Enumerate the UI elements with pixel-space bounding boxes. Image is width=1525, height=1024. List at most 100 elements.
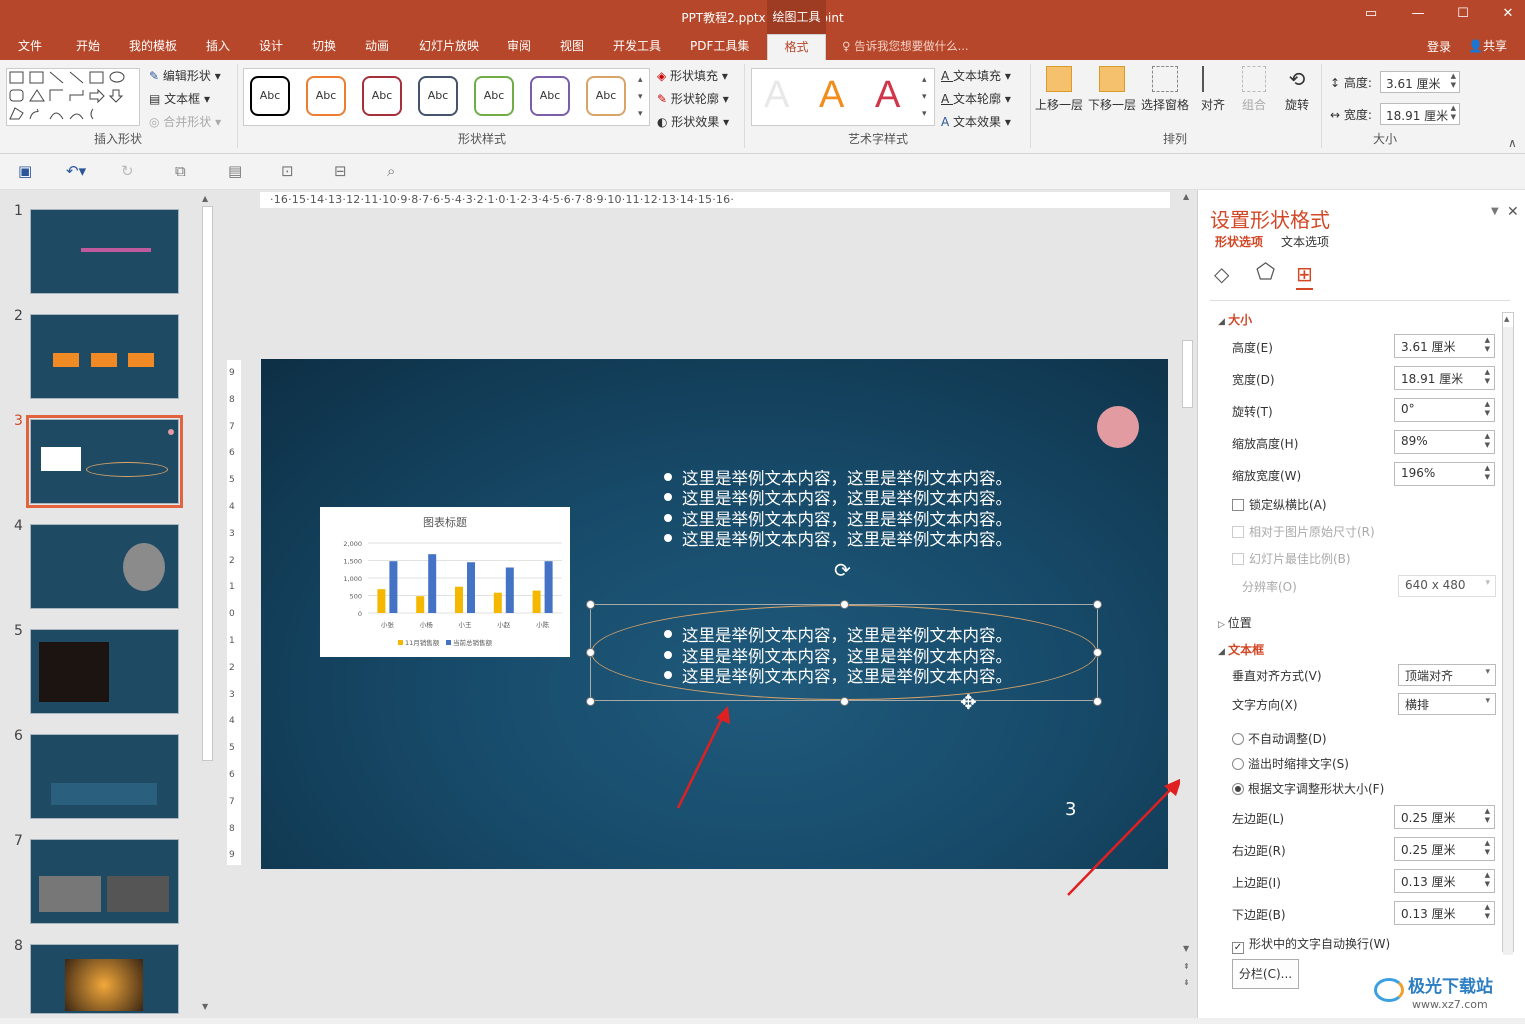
slide-thumbnail-8[interactable] bbox=[30, 944, 179, 1014]
tab-text-options[interactable]: 文本选项 bbox=[1281, 233, 1329, 250]
scale-width-input[interactable]: 196% ▲ ▼ bbox=[1394, 462, 1495, 486]
effects-pentagon-icon[interactable]: ⬠ bbox=[1256, 260, 1275, 285]
resize-handle[interactable] bbox=[840, 697, 849, 706]
slide-thumbnail-2[interactable] bbox=[30, 314, 179, 399]
lock-aspect-checkbox[interactable]: 锁定纵横比(A) bbox=[1232, 496, 1327, 513]
scroll-thumb[interactable] bbox=[1182, 340, 1193, 408]
wordart-style-orange-icon[interactable]: A bbox=[819, 74, 844, 117]
spinner-icon[interactable]: ▲ ▼ bbox=[1485, 400, 1490, 418]
shapes-gallery[interactable] bbox=[6, 68, 140, 126]
spinner-icon[interactable]: ▲ ▼ bbox=[1451, 104, 1456, 122]
wrap-text-checkbox[interactable]: ✓ 形状中的文字自动换行(W) bbox=[1232, 935, 1390, 954]
tab-developer[interactable]: 开发工具 bbox=[613, 34, 661, 60]
login-link[interactable]: 登录 bbox=[1427, 38, 1451, 55]
spinner-icon[interactable]: ▲ ▼ bbox=[1485, 903, 1490, 921]
tab-format[interactable]: 格式 bbox=[767, 34, 826, 60]
shape-effects-button[interactable]: ◐ 形状效果 ▾ bbox=[657, 113, 729, 130]
scroll-thumb[interactable] bbox=[202, 206, 213, 761]
shape-style-2[interactable]: Abc bbox=[306, 76, 346, 116]
shape-fill-button[interactable]: ◈ 形状填充 ▾ bbox=[657, 67, 728, 84]
section-textbox[interactable]: ◢ 文本框 bbox=[1218, 641, 1264, 658]
spinner-icon[interactable]: ▲ ▼ bbox=[1485, 839, 1490, 857]
tell-me-search[interactable]: ♀ 告诉我您想要做什么... bbox=[842, 38, 969, 54]
share-button[interactable]: 👤共享 bbox=[1468, 37, 1507, 54]
left-margin-input[interactable]: 0.25 厘米 ▲ ▼ bbox=[1394, 805, 1495, 829]
rotate-handle-icon[interactable]: ⟳ bbox=[834, 558, 851, 582]
slide-thumbnail-5[interactable] bbox=[30, 629, 179, 714]
tab-insert[interactable]: 插入 bbox=[206, 34, 230, 60]
columns-button[interactable]: 分栏(C)... bbox=[1232, 959, 1299, 989]
shape-style-5[interactable]: Abc bbox=[474, 76, 514, 116]
slide-thumbnail-7[interactable] bbox=[30, 839, 179, 924]
fill-line-icon[interactable]: ◇ bbox=[1214, 262, 1229, 286]
text-effects-button[interactable]: A 文本效果 ▾ bbox=[941, 113, 1011, 130]
collapse-ribbon-icon[interactable]: ∧ bbox=[1508, 136, 1517, 150]
save-icon[interactable]: ▣ bbox=[18, 162, 32, 180]
edit-shape-button[interactable]: ✎ 编辑形状 ▾ bbox=[149, 67, 221, 84]
spinner-icon[interactable]: ▲ ▼ bbox=[1485, 368, 1490, 386]
thumbnails-scrollbar[interactable]: ▲ ▼ bbox=[200, 190, 215, 1018]
slide-thumbnail-6[interactable] bbox=[30, 734, 179, 819]
scroll-up-icon[interactable]: ▲ bbox=[202, 194, 208, 203]
bring-forward-button[interactable]: 上移一层 bbox=[1034, 66, 1084, 113]
rotate-button[interactable]: ⟲ 旋转 bbox=[1281, 66, 1313, 113]
section-size[interactable]: ◢ 大小 bbox=[1218, 311, 1252, 328]
resize-handle[interactable] bbox=[1093, 600, 1102, 609]
vertical-align-select[interactable]: 顶端对齐 ▾ bbox=[1398, 664, 1496, 686]
minimize-button[interactable]: — bbox=[1403, 6, 1433, 21]
resize-handle[interactable] bbox=[1093, 697, 1102, 706]
decorative-circle[interactable] bbox=[1097, 406, 1139, 448]
right-margin-input[interactable]: 0.25 厘米 ▲ ▼ bbox=[1394, 837, 1495, 861]
new-slide-icon[interactable]: ⧉ bbox=[175, 162, 186, 180]
pane-scrollbar[interactable]: ▲ bbox=[1502, 312, 1514, 955]
tab-review[interactable]: 审阅 bbox=[507, 34, 531, 60]
wordart-scroll-icon[interactable]: ▴ ▾ ▾ bbox=[922, 72, 927, 123]
slide-scrollbar[interactable]: ▲ ▼ ⇞ ⇟ bbox=[1180, 192, 1195, 992]
tab-file[interactable]: 文件 bbox=[18, 34, 42, 60]
slideshow-from-start-icon[interactable]: ⊡ bbox=[281, 162, 294, 180]
chart-object[interactable]: 图表标题 2,000 1,500 1,000 500 0 小张 小杨 小王 小赵 小陈 11月销售额… bbox=[320, 507, 570, 657]
spinner-icon[interactable]: ▲ ▼ bbox=[1485, 432, 1490, 450]
tab-my-templates[interactable]: 我的模板 bbox=[129, 34, 177, 60]
shape-style-3[interactable]: Abc bbox=[362, 76, 402, 116]
radio-resize-shape[interactable]: 根据文字调整形状大小(F) bbox=[1232, 780, 1384, 797]
selection-pane-button[interactable]: 选择窗格 bbox=[1140, 66, 1190, 113]
ribbon-display-options-button[interactable]: ▭ bbox=[1356, 6, 1386, 21]
pane-options-icon[interactable]: ▼ bbox=[1491, 206, 1499, 217]
tab-animations[interactable]: 动画 bbox=[365, 34, 389, 60]
scale-height-input[interactable]: 89% ▲ ▼ bbox=[1394, 430, 1495, 454]
ribbon-width-input[interactable]: 18.91 厘米 ▲ ▼ bbox=[1380, 103, 1460, 125]
tab-home[interactable]: 开始 bbox=[76, 34, 100, 60]
undo-icon[interactable]: ↶▾ bbox=[66, 162, 86, 180]
spinner-icon[interactable]: ▲ ▼ bbox=[1485, 807, 1490, 825]
slide-thumbnail-3[interactable] bbox=[26, 415, 183, 508]
shape-style-7[interactable]: Abc bbox=[586, 76, 626, 116]
resize-handle[interactable] bbox=[1093, 648, 1102, 657]
radio-no-autofit[interactable]: 不自动调整(D) bbox=[1232, 730, 1327, 747]
shape-style-4[interactable]: Abc bbox=[418, 76, 458, 116]
section-position[interactable]: ▷ 位置 bbox=[1218, 614, 1252, 631]
scroll-down-icon[interactable]: ▼ bbox=[202, 1002, 208, 1011]
slide-thumbnail-1[interactable] bbox=[30, 209, 179, 294]
send-backward-button[interactable]: 下移一层 bbox=[1087, 66, 1137, 113]
scroll-thumb[interactable] bbox=[1503, 327, 1513, 955]
next-slide-icon[interactable]: ⇟ bbox=[1183, 978, 1190, 987]
rotation-input[interactable]: 0° ▲ ▼ bbox=[1394, 398, 1495, 422]
gallery-scroll-icon[interactable]: ▴ ▾ ▾ bbox=[638, 72, 643, 123]
ribbon-height-input[interactable]: 3.61 厘米 ▲ ▼ bbox=[1380, 71, 1460, 93]
layout-icon[interactable]: ▤ bbox=[228, 162, 242, 180]
text-fill-button[interactable]: A 文本填充 ▾ bbox=[941, 67, 1011, 84]
resize-handle[interactable] bbox=[840, 600, 849, 609]
pane-height-input[interactable]: 3.61 厘米 ▲ ▼ bbox=[1394, 334, 1495, 358]
slide-thumbnail-4[interactable] bbox=[30, 524, 179, 609]
scroll-down-icon[interactable]: ▼ bbox=[1183, 944, 1189, 953]
slideshow-current-icon[interactable]: ⊟ bbox=[334, 162, 347, 180]
resize-handle[interactable] bbox=[586, 648, 595, 657]
tab-design[interactable]: 设计 bbox=[259, 34, 283, 60]
prev-slide-icon[interactable]: ⇞ bbox=[1183, 962, 1190, 971]
shape-style-6[interactable]: Abc bbox=[530, 76, 570, 116]
top-margin-input[interactable]: 0.13 厘米 ▲ ▼ bbox=[1394, 869, 1495, 893]
tab-view[interactable]: 视图 bbox=[560, 34, 584, 60]
resize-handle[interactable] bbox=[586, 697, 595, 706]
scroll-up-icon[interactable]: ▲ bbox=[1183, 192, 1189, 201]
